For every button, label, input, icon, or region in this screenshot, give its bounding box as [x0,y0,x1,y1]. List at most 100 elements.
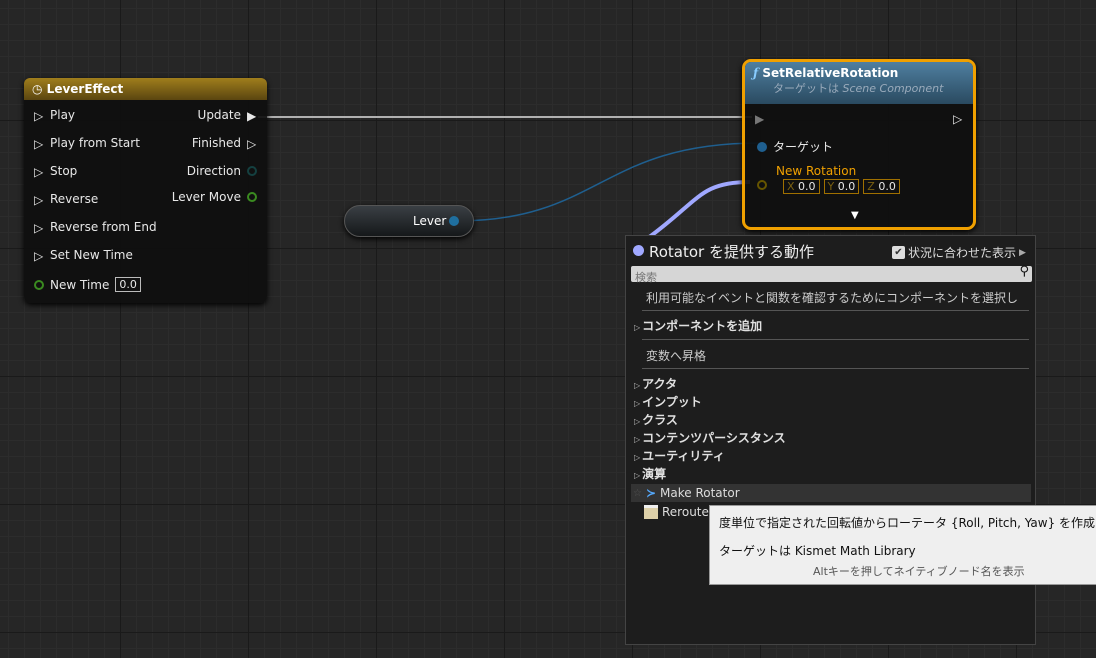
pin-lever-move[interactable]: Lever Move [172,190,257,204]
variable-node-lever[interactable]: Lever [344,205,474,237]
category-label: インプット [642,395,702,409]
y-input[interactable]: Y 0.0 [823,179,860,194]
new-time-input[interactable]: 0.0 [115,277,141,292]
category-label: 演算 [642,467,667,481]
new-rotation-label: New Rotation [776,164,857,178]
enum-pin-icon [247,166,257,176]
divider [642,310,1029,311]
node-title: LeverEffect [46,82,124,96]
subtitle-target: Scene Component [842,82,944,95]
rotation-inputs: X 0.0 Y 0.0 Z 0.0 [783,179,900,194]
pin-label: ターゲット [773,140,834,154]
expand-icon: ▷ [634,381,641,390]
category-item[interactable]: ▷ 演算 [634,465,666,482]
tooltip-target: ターゲットは Kismet Math Library [719,544,916,558]
category-label: アクタ [642,377,678,391]
exec-pin-icon: ▷ [34,249,44,263]
expand-icon: ▷ [634,399,641,408]
category-item[interactable]: ▷ クラス [634,411,678,428]
divider [642,368,1029,369]
expand-icon: ▷ [634,323,641,332]
rotator-pin-icon [633,245,644,256]
star-icon[interactable]: ☆ [633,488,642,499]
exec-pin-icon: ▷ [247,137,257,151]
category-label: コンポーネントを追加 [642,319,763,333]
pin-direction[interactable]: Direction [187,164,257,178]
arrow-right-icon: ▶ [1019,247,1026,258]
pin-set-new-time[interactable]: ▷ Set New Time [34,248,133,263]
exec-out-pin[interactable]: ▷ [953,112,963,126]
menu-hint: 利用可能なイベントと関数を確認するためにコンポーネントを選択し [646,291,1019,305]
pin-label: Play [50,108,76,122]
context-sensitive-toggle[interactable]: ✔ 状況に合わせた表示 ▶ [892,244,1026,261]
exec-pin-icon: ▷ [34,109,44,123]
category-item[interactable]: ▷ インプット [634,393,702,410]
rotator-pin-icon[interactable] [757,180,767,190]
target-wire [455,142,761,222]
promote-to-variable[interactable]: 変数へ昇格 [646,347,706,364]
item-label: Reroute [662,505,709,519]
make-struct-icon: ≻ [645,486,657,500]
pin-label: Update [197,108,241,122]
exec-pin-icon: ▶ [247,109,257,123]
node-header: ƒ SetRelativeRotation ターゲットは Scene Compo… [745,62,973,104]
pin-label: Play from Start [50,136,140,150]
object-pin-icon[interactable] [449,216,459,226]
y-value: 0.0 [837,180,856,193]
expand-icon: ▷ [634,417,641,426]
search-icon[interactable]: ⚲ [1019,264,1029,279]
z-label: Z [867,180,875,193]
expand-icon: ▷ [634,471,641,480]
menu-item-make-rotator[interactable]: ☆ ≻ Make Rotator [631,484,1031,502]
function-node-setrelativerotation[interactable]: ƒ SetRelativeRotation ターゲットは Scene Compo… [742,59,976,230]
pin-label: Reverse from End [50,220,157,234]
pin-label: Stop [50,164,78,178]
pin-play-from-start[interactable]: ▷ Play from Start [34,136,140,151]
float-pin-icon [34,279,44,290]
menu-item-reroute[interactable]: Reroute [644,505,709,519]
pin-reverse-from-end[interactable]: ▷ Reverse from End [34,220,157,235]
pin-label: Lever Move [171,190,241,204]
tooltip: 度単位で指定された回転値からローテータ {Roll, Pitch, Yaw} を… [709,505,1096,585]
category-item[interactable]: ▷ アクタ [634,375,677,392]
object-pin-icon [757,141,767,152]
rotation-wire [646,180,751,240]
tooltip-hint: Altキーを押してネイティブノード名を表示 [813,565,1025,578]
category-item[interactable]: ▷ ユーティリティ [634,447,725,464]
pin-label: Reverse [50,192,99,206]
x-label: X [787,180,795,193]
pin-label: Finished [191,136,241,150]
x-input[interactable]: X 0.0 [783,179,820,194]
pin-update[interactable]: Update ▶ [197,108,257,123]
pin-stop[interactable]: ▷ Stop [34,164,78,179]
category-label: ユーティリティ [642,449,725,463]
node-header: ◷ LeverEffect [24,78,267,100]
search-input[interactable] [631,270,1001,286]
timeline-node-levereffect[interactable]: ◷ LeverEffect ▷ Play ▷ Play from Start ▷ St… [24,78,267,303]
category-label: クラス [642,413,678,427]
category-item[interactable]: ▷ コンテンツパーシスタンス [634,429,786,446]
exec-pin-icon: ▶ [755,112,765,126]
z-input[interactable]: Z 0.0 [863,179,900,194]
variable-label: Lever [413,214,447,228]
y-label: Y [827,180,835,193]
expand-arrow-icon[interactable]: ▼ [851,210,859,221]
x-value: 0.0 [798,180,816,193]
pin-play[interactable]: ▷ Play [34,108,76,123]
exec-in-pin[interactable]: ▶ [755,112,765,126]
context-label: 状況に合わせた表示 [908,246,1017,260]
pin-new-time[interactable]: New Time 0.0 [34,277,141,292]
pin-label: Set New Time [50,248,133,262]
pin-target[interactable]: ターゲット [757,138,833,155]
pin-reverse[interactable]: ▷ Reverse [34,192,99,207]
exec-pin-icon: ▷ [953,112,963,126]
z-value: 0.0 [878,180,896,193]
menu-title: Rotator を提供する動作 [649,243,814,261]
divider [642,339,1029,340]
pin-finished[interactable]: Finished ▷ [191,136,257,151]
search-box[interactable]: ⚲ [631,264,1032,286]
category-add-component[interactable]: ▷ コンポーネントを追加 [634,317,762,334]
checkbox-icon[interactable]: ✔ [892,246,905,259]
node-title: SetRelativeRotation [762,66,899,80]
exec-pin-icon: ▷ [34,165,44,179]
